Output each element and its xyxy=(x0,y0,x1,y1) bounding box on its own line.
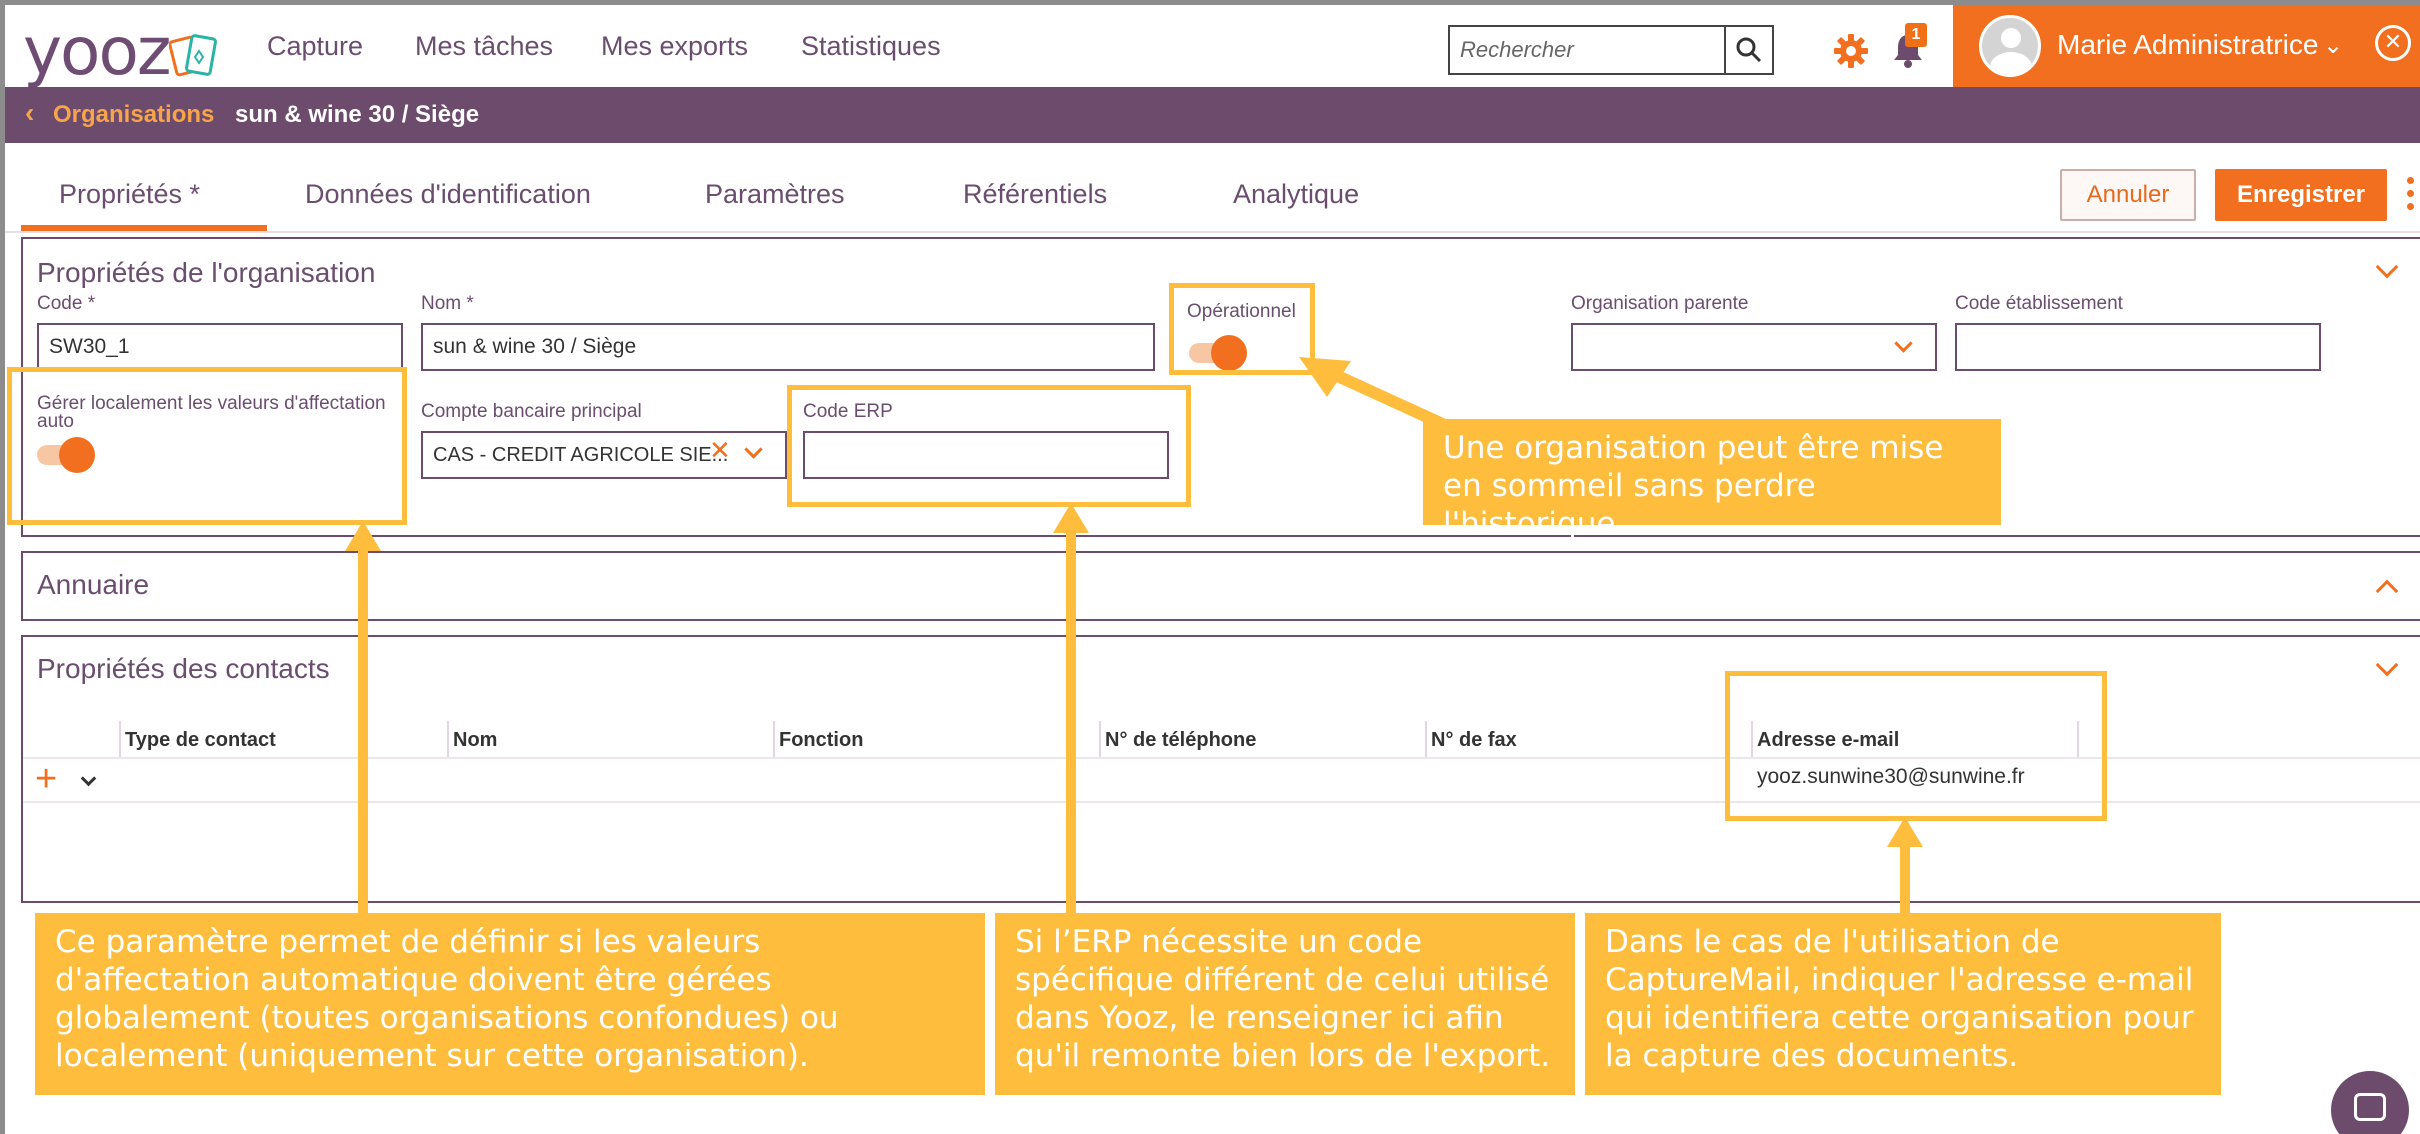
code-field[interactable]: SW30_1 xyxy=(37,323,403,371)
logo-text: yooz xyxy=(23,13,171,90)
name-label: Nom * xyxy=(421,293,474,314)
email-arrow-line xyxy=(1900,845,1910,915)
chat-button[interactable] xyxy=(2331,1071,2409,1134)
bank-account-select[interactable]: CAS - CREDIT AGRICOLE SIE... xyxy=(421,431,787,479)
active-tab-indicator xyxy=(21,225,267,231)
avatar xyxy=(1979,15,2041,77)
org-properties-title: Propriétés de l'organisation xyxy=(37,257,376,288)
local-affect-arrow-head xyxy=(345,521,381,551)
establishment-code-label: Code établissement xyxy=(1955,293,2123,314)
chevron-down-icon: ⌄ xyxy=(2323,32,2344,59)
search-box xyxy=(1448,25,1774,75)
yooz-logo[interactable]: yooz xyxy=(23,13,233,90)
breadcrumb-current: sun & wine 30 / Siège xyxy=(235,101,480,128)
search-icon xyxy=(1736,37,1762,63)
email-arrow-head xyxy=(1887,817,1923,847)
directory-title: Annuaire xyxy=(37,569,150,600)
cancel-button[interactable]: Annuler xyxy=(2060,169,2196,221)
clear-icon[interactable]: ✕ xyxy=(709,435,731,466)
erp-arrow-line xyxy=(1066,531,1076,915)
notification-badge: 1 xyxy=(1905,23,1927,47)
parent-org-select[interactable] xyxy=(1571,323,1937,371)
breadcrumb-organisations-link[interactable]: Organisations xyxy=(53,101,214,129)
email-highlight xyxy=(1725,671,2107,821)
local-affect-highlight xyxy=(7,367,407,525)
nav-statistics[interactable]: Statistiques xyxy=(801,31,941,62)
top-bar: yooz Capture Mes tâches Mes exports Stat… xyxy=(5,5,2420,91)
column-header-function[interactable]: Fonction xyxy=(779,729,863,752)
erp-arrow-head xyxy=(1053,503,1089,533)
logo-cards-icon xyxy=(169,34,217,77)
local-affect-note: Ce paramètre permet de définir si les va… xyxy=(35,913,985,1095)
tab-parameters[interactable]: Paramètres xyxy=(705,179,845,210)
back-arrow-icon[interactable]: ‹ xyxy=(25,97,34,129)
chevron-down-icon[interactable] xyxy=(2375,653,2399,677)
add-contact-icon[interactable]: + xyxy=(35,759,57,799)
more-options-icon[interactable] xyxy=(2407,177,2415,216)
close-icon[interactable]: ✕ xyxy=(2375,25,2411,61)
column-header-name[interactable]: Nom xyxy=(453,729,497,752)
erp-note: Si l’ERP nécessite un code spécifique di… xyxy=(995,913,1575,1095)
user-menu[interactable]: Marie Administratrice ⌄ ✕ xyxy=(1953,5,2420,87)
contacts-title: Propriétés des contacts xyxy=(37,653,330,684)
column-header-fax[interactable]: N° de fax xyxy=(1431,729,1517,752)
column-header-phone[interactable]: N° de téléphone xyxy=(1105,729,1256,752)
bank-account-value: CAS - CREDIT AGRICOLE SIE... xyxy=(433,444,729,466)
column-header-contact-type[interactable]: Type de contact xyxy=(125,729,276,752)
name-field[interactable]: sun & wine 30 / Siège xyxy=(421,323,1155,371)
tab-identification[interactable]: Données d'identification xyxy=(305,179,591,210)
operational-note: Une organisation peut être mise en somme… xyxy=(1423,419,2001,542)
establishment-code-field[interactable] xyxy=(1955,323,2321,371)
breadcrumb: ‹ Organisations sun & wine 30 / Siège xyxy=(5,87,2420,143)
search-button[interactable] xyxy=(1724,27,1772,73)
tab-properties[interactable]: Propriétés * xyxy=(59,179,200,210)
code-label: Code * xyxy=(37,293,96,314)
nav-capture[interactable]: Capture xyxy=(267,31,363,62)
tab-referentials[interactable]: Référentiels xyxy=(963,179,1107,210)
chat-icon xyxy=(2354,1093,2386,1121)
user-name: Marie Administratrice xyxy=(2057,29,2319,60)
nav-my-exports[interactable]: Mes exports xyxy=(601,31,748,62)
bank-account-label: Compte bancaire principal xyxy=(421,401,642,422)
tab-bar: Propriétés * Données d'identification Pa… xyxy=(5,143,2420,233)
notifications-button[interactable]: 1 xyxy=(1891,23,1927,74)
expand-row-icon[interactable] xyxy=(80,770,97,787)
gear-icon[interactable] xyxy=(1833,33,1869,69)
chevron-up-icon[interactable] xyxy=(2375,579,2399,603)
email-note: Dans le cas de l'utilisation de CaptureM… xyxy=(1585,913,2221,1095)
nav-my-tasks[interactable]: Mes tâches xyxy=(415,31,553,62)
parent-org-label: Organisation parente xyxy=(1571,293,1749,314)
erp-highlight xyxy=(787,385,1191,507)
directory-panel: Annuaire xyxy=(21,551,2420,621)
search-input[interactable] xyxy=(1450,27,1722,73)
tab-analytics[interactable]: Analytique xyxy=(1233,179,1359,210)
save-button[interactable]: Enregistrer xyxy=(2215,169,2387,221)
operational-highlight xyxy=(1169,283,1315,375)
chevron-down-icon[interactable] xyxy=(2375,255,2399,279)
local-affect-arrow-line xyxy=(358,549,368,915)
